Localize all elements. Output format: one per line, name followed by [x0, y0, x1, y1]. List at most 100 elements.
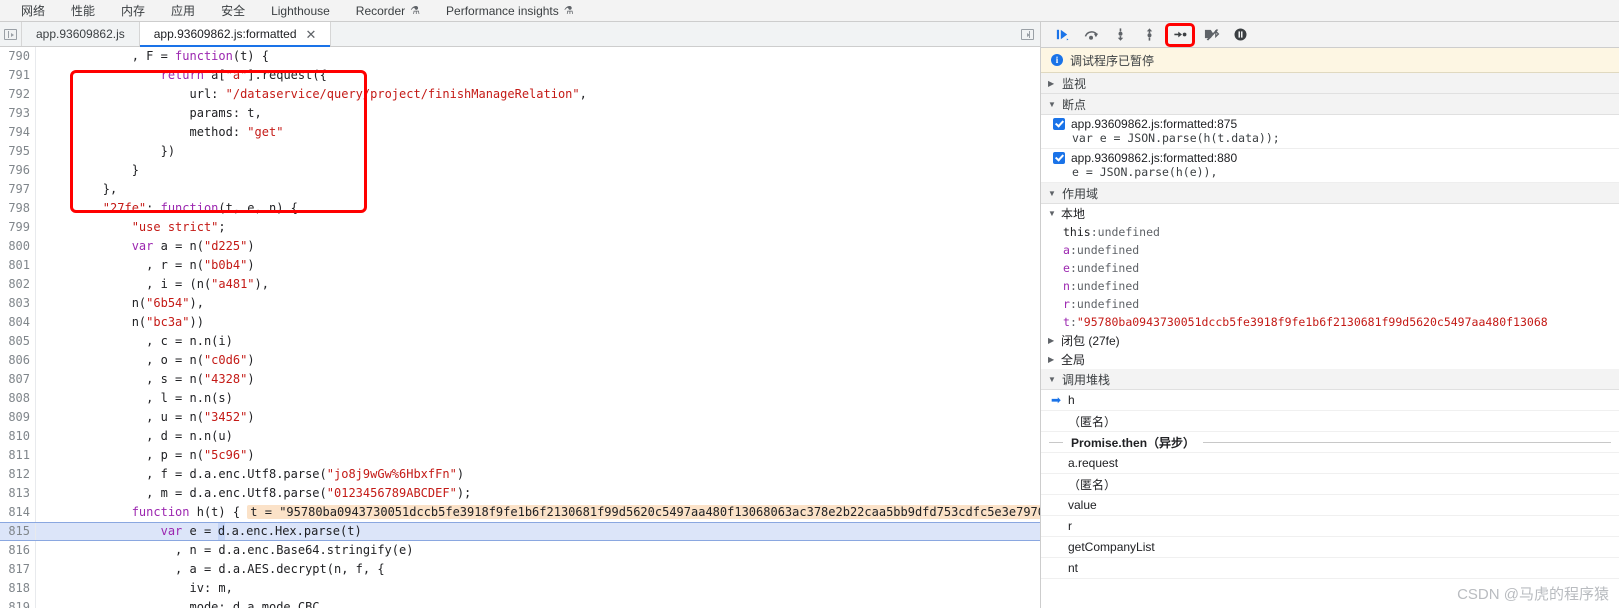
panel-tab-1[interactable]: 性能: [58, 0, 108, 21]
code-line[interactable]: 791 return a["a"].request({: [0, 66, 1040, 85]
show-navigator-left-button[interactable]: [0, 22, 22, 46]
step-over-next-function-call-button[interactable]: [1078, 24, 1104, 46]
scope-variable[interactable]: t: "95780ba0943730051dccb5fe3918f9fe1b6f…: [1041, 313, 1619, 331]
deactivate-breakpoints-button[interactable]: [1198, 24, 1224, 46]
call-stack-frame[interactable]: （匿名）: [1041, 474, 1619, 495]
line-number[interactable]: 790: [0, 47, 36, 66]
breakpoint-checkbox[interactable]: [1053, 152, 1065, 164]
line-number[interactable]: 813: [0, 484, 36, 503]
scope-section-header[interactable]: ▼ 作用域: [1041, 183, 1619, 204]
call-stack-frame[interactable]: value: [1041, 495, 1619, 516]
panel-tab-4[interactable]: 安全: [208, 0, 258, 21]
breakpoints-section-header[interactable]: ▼ 断点: [1041, 94, 1619, 115]
panel-tab-2[interactable]: 内存: [108, 0, 158, 21]
line-number[interactable]: 809: [0, 408, 36, 427]
code-line[interactable]: 798 "27fe": function(t, e, n) {: [0, 199, 1040, 218]
watch-section-header[interactable]: ▶ 监视: [1041, 73, 1619, 94]
source-tab-1[interactable]: app.93609862.js:formatted ✕: [139, 22, 332, 47]
line-number[interactable]: 796: [0, 161, 36, 180]
code-line[interactable]: 797 },: [0, 180, 1040, 199]
line-number[interactable]: 805: [0, 332, 36, 351]
code-line[interactable]: 792 url: "/dataservice/query/project/fin…: [0, 85, 1040, 104]
code-line[interactable]: 812 , f = d.a.enc.Utf8.parse("jo8j9wGw%6…: [0, 465, 1040, 484]
line-number[interactable]: 804: [0, 313, 36, 332]
code-line[interactable]: 804 n("bc3a")): [0, 313, 1040, 332]
panel-tab-3[interactable]: 应用: [158, 0, 208, 21]
line-number[interactable]: 793: [0, 104, 36, 123]
call-stack-frame[interactable]: （匿名）: [1041, 411, 1619, 432]
code-line[interactable]: 796 }: [0, 161, 1040, 180]
code-line[interactable]: 809 , u = n("3452"): [0, 408, 1040, 427]
code-line[interactable]: 801 , r = n("b0b4"): [0, 256, 1040, 275]
source-tab-0[interactable]: app.93609862.js: [22, 22, 140, 46]
code-editor[interactable]: 790 , F = function(t) {791 return a["a"]…: [0, 47, 1040, 608]
breakpoint-location[interactable]: app.93609862.js:formatted:880: [1071, 151, 1237, 165]
show-debugger-right-button[interactable]: [1014, 22, 1040, 46]
panel-tab-5[interactable]: Lighthouse: [258, 0, 343, 21]
code-line[interactable]: 814 function h(t) { t = "95780ba09437300…: [0, 503, 1040, 522]
line-number[interactable]: 814: [0, 503, 36, 522]
line-number[interactable]: 792: [0, 85, 36, 104]
pause-on-exceptions-button[interactable]: [1227, 24, 1253, 46]
code-line[interactable]: 793 params: t,: [0, 104, 1040, 123]
code-line[interactable]: 813 , m = d.a.enc.Utf8.parse("0123456789…: [0, 484, 1040, 503]
line-number[interactable]: 803: [0, 294, 36, 313]
code-line[interactable]: 802 , i = (n("a481"),: [0, 275, 1040, 294]
line-number[interactable]: 799: [0, 218, 36, 237]
call-stack-frame[interactable]: r: [1041, 516, 1619, 537]
line-number[interactable]: 798: [0, 199, 36, 218]
code-line[interactable]: 795 }): [0, 142, 1040, 161]
line-number[interactable]: 807: [0, 370, 36, 389]
breakpoint-item[interactable]: app.93609862.js:formatted:880 e = JSON.pa…: [1041, 149, 1619, 183]
close-icon[interactable]: ✕: [306, 28, 317, 41]
code-line[interactable]: 803 n("6b54"),: [0, 294, 1040, 313]
code-line[interactable]: 799 "use strict";: [0, 218, 1040, 237]
scope-variable[interactable]: n: undefined: [1041, 277, 1619, 295]
call-stack-frame[interactable]: a.request: [1041, 453, 1619, 474]
breakpoint-item[interactable]: app.93609862.js:formatted:875 var e = JSO…: [1041, 115, 1619, 149]
step-into-next-function-call-button[interactable]: [1107, 24, 1133, 46]
code-line[interactable]: 794 method: "get": [0, 123, 1040, 142]
code-line[interactable]: 805 , c = n.n(i): [0, 332, 1040, 351]
scope-variable[interactable]: r: undefined: [1041, 295, 1619, 313]
panel-tab-7[interactable]: Performance insights ⚗: [433, 0, 587, 21]
call-stack-frame[interactable]: nt: [1041, 558, 1619, 579]
line-number[interactable]: 800: [0, 237, 36, 256]
call-stack-section-header[interactable]: ▼ 调用堆栈: [1041, 369, 1619, 390]
code-line[interactable]: 819 mode: d.a.mode.CBC,: [0, 598, 1040, 608]
code-line[interactable]: 818 iv: m,: [0, 579, 1040, 598]
line-number[interactable]: 812: [0, 465, 36, 484]
code-line[interactable]: 807 , s = n("4328"): [0, 370, 1040, 389]
code-line[interactable]: 806 , o = n("c0d6"): [0, 351, 1040, 370]
call-stack-frame[interactable]: getCompanyList: [1041, 537, 1619, 558]
line-number[interactable]: 816: [0, 541, 36, 560]
scope-variable[interactable]: this: undefined: [1041, 223, 1619, 241]
code-line[interactable]: 817 , a = d.a.AES.decrypt(n, f, {: [0, 560, 1040, 579]
line-number[interactable]: 794: [0, 123, 36, 142]
line-number[interactable]: 806: [0, 351, 36, 370]
line-number[interactable]: 810: [0, 427, 36, 446]
panel-tab-6[interactable]: Recorder ⚗: [343, 0, 433, 21]
scope-group-1[interactable]: ▶ 闭包 (27fe): [1041, 331, 1619, 350]
code-line[interactable]: 808 , l = n.n(s): [0, 389, 1040, 408]
code-line[interactable]: 800 var a = n("d225"): [0, 237, 1040, 256]
line-number[interactable]: 817: [0, 560, 36, 579]
line-number[interactable]: 801: [0, 256, 36, 275]
line-number[interactable]: 811: [0, 446, 36, 465]
scope-variable[interactable]: a: undefined: [1041, 241, 1619, 259]
resume-script-execution-button[interactable]: [1049, 24, 1075, 46]
code-line[interactable]: 815 var e = d.a.enc.Hex.parse(t): [0, 522, 1040, 541]
line-number[interactable]: 818: [0, 579, 36, 598]
line-number[interactable]: 802: [0, 275, 36, 294]
code-line[interactable]: 811 , p = n("5c96"): [0, 446, 1040, 465]
line-number[interactable]: 791: [0, 66, 36, 85]
line-number[interactable]: 795: [0, 142, 36, 161]
line-number[interactable]: 797: [0, 180, 36, 199]
breakpoint-location[interactable]: app.93609862.js:formatted:875: [1071, 117, 1237, 131]
step-out-of-current-function-button[interactable]: [1136, 24, 1162, 46]
panel-tab-0[interactable]: 网络: [8, 0, 58, 21]
step-button[interactable]: [1165, 22, 1195, 47]
line-number[interactable]: 819: [0, 598, 36, 608]
scope-variable[interactable]: e: undefined: [1041, 259, 1619, 277]
line-number[interactable]: 808: [0, 389, 36, 408]
